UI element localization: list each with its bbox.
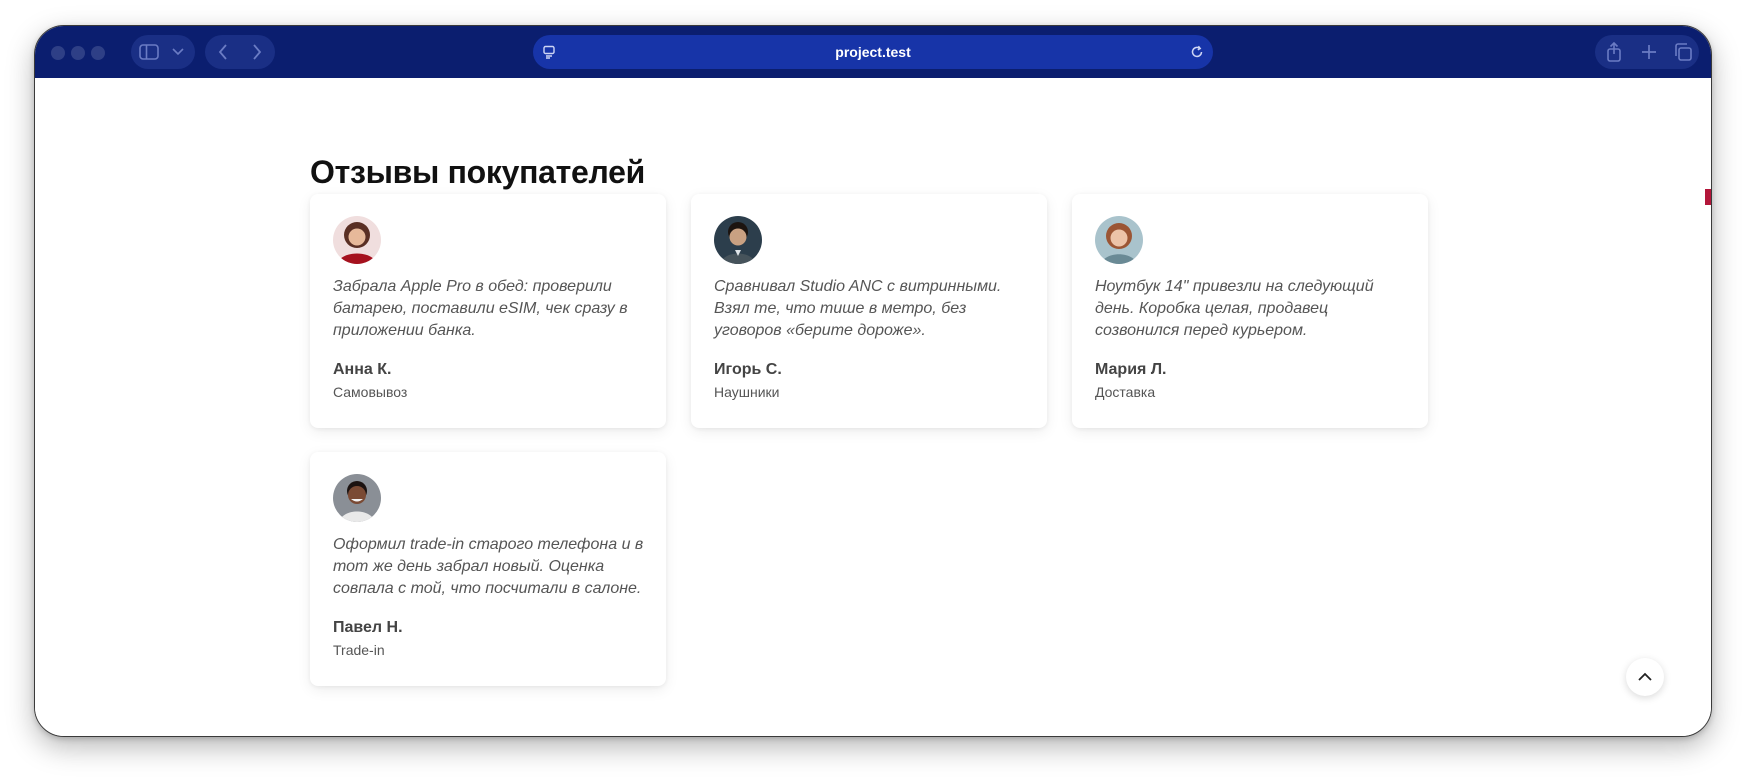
review-text: Оформил trade-in старого телефона и в то… <box>333 536 644 597</box>
avatar <box>1095 216 1143 264</box>
review-card: Сравнивал Studio ANC с витринными. Взял … <box>691 194 1047 428</box>
share-icon[interactable] <box>1603 41 1625 63</box>
scroll-to-top-button[interactable] <box>1626 658 1664 696</box>
zoom-window-button[interactable] <box>91 46 105 60</box>
review-card: Забрала Apple Pro в обед: проверили бата… <box>310 194 666 428</box>
review-author: Игорь С. <box>714 361 782 378</box>
review-meta: Самовывоз <box>333 384 408 400</box>
review-meta: Trade-in <box>333 642 385 658</box>
reload-icon[interactable] <box>1189 44 1205 60</box>
review-card: Ноутбук 14" привезли на следующий день. … <box>1072 194 1428 428</box>
review-author: Анна К. <box>333 361 392 378</box>
review-author: Мария Л. <box>1095 361 1167 378</box>
accent-marker <box>1705 189 1711 205</box>
tabs-icon[interactable] <box>1672 41 1694 63</box>
review-text: Забрала Apple Pro в обед: проверили бата… <box>333 278 628 339</box>
avatar <box>333 216 381 264</box>
avatar <box>333 474 381 522</box>
address-bar[interactable]: project.test <box>533 35 1213 69</box>
sidebar-icon[interactable] <box>139 43 159 61</box>
review-card: Оформил trade-in старого телефона и в то… <box>310 452 666 686</box>
plus-icon[interactable] <box>1638 41 1660 63</box>
address-url: project.test <box>835 44 911 60</box>
close-window-button[interactable] <box>51 46 65 60</box>
chevron-down-icon[interactable] <box>171 45 185 59</box>
review-author: Павел Н. <box>333 619 403 636</box>
forward-icon[interactable] <box>247 42 267 62</box>
minimize-window-button[interactable] <box>71 46 85 60</box>
avatar <box>714 216 762 264</box>
review-text: Ноутбук 14" привезли на следующий день. … <box>1095 278 1374 339</box>
browser-window: project.test Отзывы покупателей Забрала … <box>34 25 1712 737</box>
review-meta: Доставка <box>1095 384 1156 400</box>
page-content: Отзывы покупателей Забрала Apple Pro в о… <box>35 78 1711 736</box>
chevron-up-icon <box>1638 668 1652 686</box>
browser-toolbar: project.test <box>35 26 1711 78</box>
review-text: Сравнивал Studio ANC с витринными. Взял … <box>714 278 1002 339</box>
review-meta: Наушники <box>714 384 780 400</box>
back-icon[interactable] <box>213 42 233 62</box>
section-heading: Отзывы покупателей <box>310 154 645 190</box>
